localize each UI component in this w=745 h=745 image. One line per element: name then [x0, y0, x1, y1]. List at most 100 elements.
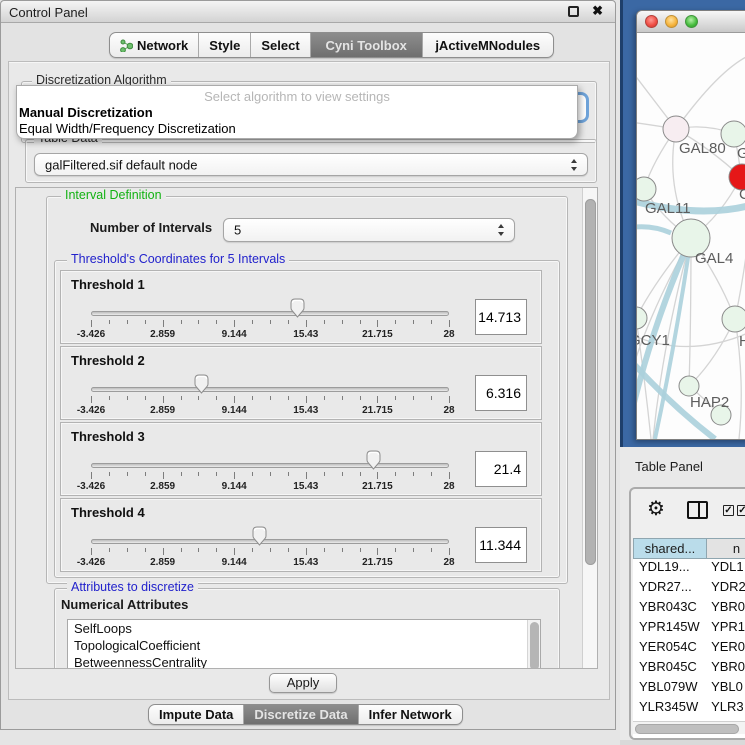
table-row[interactable]: YDL19...YDL1	[633, 559, 745, 579]
slider-tick	[413, 472, 414, 476]
slider-tick	[288, 548, 289, 552]
attribute-item-selfloops[interactable]: SelfLoops	[68, 620, 540, 637]
network-edge-highlighted[interactable]	[637, 227, 671, 233]
cell-name[interactable]: YBR0	[711, 659, 745, 679]
cell-name[interactable]: YDR2	[711, 579, 745, 599]
cell-shared-name[interactable]: YBR045C	[633, 659, 711, 679]
table-row[interactable]: YBR045CYBR0	[633, 659, 745, 679]
option-equal-width-frequency[interactable]: Equal Width/Frequency Discretization	[19, 121, 236, 136]
slider-track[interactable]	[91, 387, 449, 392]
slider-tick	[91, 396, 92, 403]
option-manual-discretization[interactable]: Manual Discretization	[19, 105, 153, 120]
checkbox-icon[interactable]: ✓	[737, 505, 745, 516]
cell-name[interactable]: YBR0	[711, 599, 745, 619]
float-window-icon[interactable]	[568, 6, 579, 17]
table-horizontal-scrollbar	[633, 721, 745, 734]
node-gal11[interactable]	[637, 177, 656, 201]
tab-infer-network[interactable]: Infer Network	[359, 705, 462, 724]
node-gal80[interactable]	[663, 116, 689, 142]
slider-thumb[interactable]	[194, 374, 209, 394]
checkbox-icon[interactable]: ✓	[723, 505, 734, 516]
table-row[interactable]: YBR043CYBR0	[633, 599, 745, 619]
number-of-intervals-combobox[interactable]: 5	[223, 218, 515, 242]
table-row[interactable]: YDR27...YDR2	[633, 579, 745, 599]
slider-tick	[413, 548, 414, 552]
control-panel-window: Control Panel ✖ NetworkStyleSelectCyni T…	[0, 0, 616, 730]
cell-name[interactable]: YPR1	[711, 619, 745, 639]
gear-icon[interactable]: ⚙	[647, 499, 665, 519]
table-row[interactable]: YER054CYER0	[633, 639, 745, 659]
cell-shared-name[interactable]: YLR345W	[633, 699, 711, 719]
attributes-scrollbar-thumb[interactable]	[530, 622, 539, 669]
tick-label: 21.715	[352, 481, 402, 492]
slider-tick	[431, 472, 432, 476]
network-edge[interactable]	[676, 56, 745, 129]
cell-name[interactable]: YBL0	[711, 679, 745, 699]
threshold-value-field[interactable]: 21.4	[475, 451, 527, 487]
node-hap2[interactable]	[679, 376, 699, 396]
cell-name[interactable]: YER0	[711, 639, 745, 659]
slider-thumb[interactable]	[366, 450, 381, 470]
tick-label: 2.859	[138, 481, 188, 492]
slider-tick	[431, 396, 432, 400]
attribute-item-topologicalcoefficient[interactable]: TopologicalCoefficient	[68, 637, 540, 654]
slider-thumb[interactable]	[252, 526, 267, 546]
node-gcy1[interactable]	[637, 307, 647, 329]
cell-shared-name[interactable]: YBL079W	[633, 679, 711, 699]
tab-impute-data[interactable]: Impute Data	[149, 705, 244, 724]
table-row[interactable]: YLR345WYLR3	[633, 699, 745, 719]
node-label-h: H	[739, 333, 745, 350]
close-icon[interactable]: ✖	[592, 3, 603, 19]
table-data-combobox[interactable]: galFiltered.sif default node	[34, 153, 588, 176]
close-traffic-light-icon[interactable]	[645, 15, 658, 28]
network-canvas[interactable]: GAL80GCGAL11GAL4GCY1HHAP2	[637, 33, 745, 439]
cell-name[interactable]: YDL1	[711, 559, 745, 579]
slider-tick	[216, 548, 217, 552]
apply-button[interactable]: Apply	[269, 673, 337, 693]
column-header-name[interactable]: n	[707, 538, 745, 559]
slider-tick	[216, 320, 217, 324]
cell-shared-name[interactable]: YBR043C	[633, 599, 711, 619]
column-layout-icon[interactable]	[687, 501, 708, 519]
slider-tick	[342, 548, 343, 552]
table-hscrollbar-thumb[interactable]	[635, 724, 739, 734]
cell-shared-name[interactable]: YPR145W	[633, 619, 711, 639]
settings-scrollbar-thumb[interactable]	[585, 199, 596, 565]
tab-network[interactable]: Network	[110, 33, 199, 57]
node-h[interactable]	[722, 306, 745, 332]
slider-track[interactable]	[91, 311, 449, 316]
network-window-titlebar[interactable]	[637, 11, 745, 33]
tab-discretize-data[interactable]: Discretize Data	[244, 705, 358, 724]
cell-shared-name[interactable]: YDR27...	[633, 579, 711, 599]
slider-tick	[377, 472, 378, 479]
threshold-value-field[interactable]: 11.344	[475, 527, 527, 563]
threshold-value-field[interactable]: 14.713	[475, 299, 527, 335]
slider-thumb[interactable]	[290, 298, 305, 318]
cell-name[interactable]: YLR3	[711, 699, 745, 719]
slider-tick	[324, 548, 325, 552]
slider-track[interactable]	[91, 463, 449, 468]
slider-tick	[306, 396, 307, 403]
zoom-traffic-light-icon[interactable]	[685, 15, 698, 28]
tick-label: 28	[424, 557, 474, 568]
column-header-shared-name[interactable]: shared...	[633, 538, 707, 559]
algorithm-placeholder-option[interactable]: Select algorithm to view settings	[17, 89, 577, 104]
slider-track[interactable]	[91, 539, 449, 544]
minimize-traffic-light-icon[interactable]	[665, 15, 678, 28]
bottom-tab-bar: Impute DataDiscretize DataInfer Network	[148, 704, 463, 725]
tab-select[interactable]: Select	[251, 33, 310, 57]
tick-label: 2.859	[138, 329, 188, 340]
threshold-value-field[interactable]: 6.316	[475, 375, 527, 411]
tab-cyni-toolbox[interactable]: Cyni Toolbox	[311, 33, 423, 57]
tick-label: -3.426	[66, 405, 116, 416]
cell-shared-name[interactable]: YER054C	[633, 639, 711, 659]
threshold-row-1: Threshold 1-3.4262.8599.14415.4321.71528…	[60, 270, 542, 344]
cell-shared-name[interactable]: YDL19...	[633, 559, 711, 579]
attribute-item-betweennesscentrality[interactable]: BetweennessCentrality	[68, 654, 540, 669]
control-panel-titlebar[interactable]: Control Panel ✖	[1, 1, 615, 23]
table-row[interactable]: YPR145WYPR1	[633, 619, 745, 639]
table-row[interactable]: YBL079WYBL0	[633, 679, 745, 699]
slider-tick	[181, 472, 182, 476]
tab-jactivemnodules[interactable]: jActiveMNodules	[423, 33, 553, 57]
tab-style[interactable]: Style	[199, 33, 251, 57]
